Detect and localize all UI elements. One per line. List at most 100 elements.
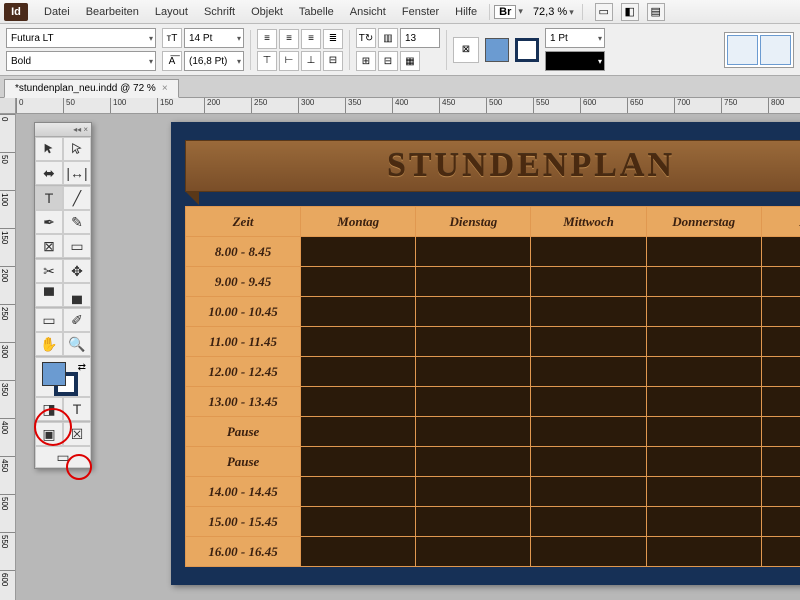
slot-cell[interactable] <box>761 237 800 267</box>
slot-cell[interactable] <box>646 357 761 387</box>
menu-datei[interactable]: Datei <box>36 6 78 18</box>
slot-cell[interactable] <box>761 507 800 537</box>
slot-cell[interactable] <box>646 327 761 357</box>
slot-cell[interactable] <box>301 387 416 417</box>
table-header[interactable]: Donnerstag <box>646 207 761 237</box>
slot-cell[interactable] <box>531 447 646 477</box>
screen-mode-icon[interactable]: ◧ <box>621 3 639 21</box>
slot-cell[interactable] <box>531 267 646 297</box>
slot-cell[interactable] <box>531 387 646 417</box>
time-cell[interactable]: 8.00 - 8.45 <box>186 237 301 267</box>
screen-mode-toggle-icon[interactable]: ▭ <box>35 446 91 468</box>
page-title[interactable]: STUNDENPLAN <box>185 140 800 192</box>
free-transform-tool-icon[interactable]: ✥ <box>63 259 91 283</box>
time-cell[interactable]: 11.00 - 11.45 <box>186 327 301 357</box>
slot-cell[interactable] <box>761 267 800 297</box>
zoom-tool-icon[interactable]: 🔍 <box>63 332 91 356</box>
slot-cell[interactable] <box>416 327 531 357</box>
bridge-badge[interactable]: Br <box>494 5 516 19</box>
slot-cell[interactable] <box>531 237 646 267</box>
time-cell[interactable]: 13.00 - 13.45 <box>186 387 301 417</box>
table-row[interactable]: 13.00 - 13.45 <box>186 387 800 417</box>
slot-cell[interactable] <box>646 507 761 537</box>
slot-cell[interactable] <box>761 357 800 387</box>
align-bottom-icon[interactable]: ⊥ <box>301 51 321 71</box>
slot-cell[interactable] <box>531 357 646 387</box>
selection-tool-icon[interactable] <box>35 137 63 161</box>
align-left-icon[interactable]: ≡ <box>257 29 277 49</box>
font-weight-combo[interactable]: Bold▾ <box>6 51 156 71</box>
time-cell[interactable]: 10.00 - 10.45 <box>186 297 301 327</box>
slot-cell[interactable] <box>301 537 416 567</box>
leading-combo[interactable]: (16,8 Pt)▾ <box>184 51 244 71</box>
slot-cell[interactable] <box>416 267 531 297</box>
document-page[interactable]: STUNDENPLAN ZeitMontagDienstagMittwochDo… <box>171 122 800 585</box>
slot-cell[interactable] <box>301 237 416 267</box>
columns-input[interactable]: 13 <box>400 28 440 48</box>
align-top-icon[interactable]: ⊤ <box>257 51 277 71</box>
table-header[interactable]: Mittwoch <box>531 207 646 237</box>
page-spread-preview[interactable] <box>724 32 794 68</box>
font-size-combo[interactable]: 14 Pt▾ <box>184 28 244 48</box>
gap-tool-icon[interactable]: |↔| <box>63 161 91 185</box>
table-row[interactable]: Pause <box>186 447 800 477</box>
table-row[interactable]: 8.00 - 8.45 <box>186 237 800 267</box>
scissors-tool-icon[interactable]: ✂ <box>35 259 63 283</box>
font-family-combo[interactable]: Futura LT▾ <box>6 28 156 48</box>
fill-color-swatch[interactable] <box>485 38 509 62</box>
table-header[interactable]: Dienstag <box>416 207 531 237</box>
arrange-icon[interactable]: ▤ <box>647 3 665 21</box>
close-tab-icon[interactable]: × <box>162 83 168 94</box>
apply-color-icon[interactable]: ▣ <box>35 422 63 446</box>
slot-cell[interactable] <box>761 327 800 357</box>
timetable[interactable]: ZeitMontagDienstagMittwochDonnerstagFrei… <box>185 206 800 567</box>
slot-cell[interactable] <box>646 237 761 267</box>
eyedropper-tool-icon[interactable]: ✐ <box>63 308 91 332</box>
slot-cell[interactable] <box>761 297 800 327</box>
constrain-icon[interactable]: ⊠ <box>453 37 479 63</box>
slot-cell[interactable] <box>416 537 531 567</box>
note-tool-icon[interactable]: ▭ <box>35 308 63 332</box>
page-tool-icon[interactable]: ⬌ <box>35 161 63 185</box>
swap-fill-stroke-icon[interactable]: ⇄ <box>78 362 86 373</box>
pen-tool-icon[interactable]: ✒ <box>35 210 63 234</box>
align-middle-icon[interactable]: ⊢ <box>279 51 299 71</box>
pencil-tool-icon[interactable]: ✎ <box>63 210 91 234</box>
table-row[interactable]: 9.00 - 9.45 <box>186 267 800 297</box>
slot-cell[interactable] <box>531 477 646 507</box>
slot-cell[interactable] <box>531 537 646 567</box>
table-row[interactable]: 12.00 - 12.45 <box>186 357 800 387</box>
slot-cell[interactable] <box>416 237 531 267</box>
cell-options-icon[interactable]: ▦ <box>400 51 420 71</box>
type-tool-icon[interactable]: T <box>35 186 63 210</box>
merge-cells-icon[interactable]: ⊞ <box>356 51 376 71</box>
slot-cell[interactable] <box>646 417 761 447</box>
gradient-feather-tool-icon[interactable]: ▄ <box>63 283 91 307</box>
justify-icon[interactable]: ≣ <box>323 29 343 49</box>
zoom-level[interactable]: 72,3 %▾ <box>529 6 578 18</box>
slot-cell[interactable] <box>646 447 761 477</box>
table-header[interactable]: Freitag <box>761 207 800 237</box>
slot-cell[interactable] <box>761 477 800 507</box>
slot-cell[interactable] <box>646 387 761 417</box>
slot-cell[interactable] <box>301 267 416 297</box>
slot-cell[interactable] <box>761 417 800 447</box>
document-tab[interactable]: *stundenplan_neu.indd @ 72 %× <box>4 79 179 98</box>
align-center-icon[interactable]: ≡ <box>279 29 299 49</box>
fill-swatch-icon[interactable] <box>42 362 66 386</box>
stroke-style-combo[interactable]: ▾ <box>545 51 605 71</box>
ruler-origin[interactable] <box>0 98 16 114</box>
menu-schrift[interactable]: Schrift <box>196 6 243 18</box>
time-cell[interactable]: 16.00 - 16.45 <box>186 537 301 567</box>
slot-cell[interactable] <box>416 417 531 447</box>
slot-cell[interactable] <box>301 447 416 477</box>
slot-cell[interactable] <box>301 357 416 387</box>
slot-cell[interactable] <box>301 507 416 537</box>
slot-cell[interactable] <box>646 537 761 567</box>
time-cell[interactable]: 15.00 - 15.45 <box>186 507 301 537</box>
time-cell[interactable]: 9.00 - 9.45 <box>186 267 301 297</box>
slot-cell[interactable] <box>531 297 646 327</box>
align-right-icon[interactable]: ≡ <box>301 29 321 49</box>
rotate-text-icon[interactable]: T↻ <box>356 28 376 48</box>
view-mode-icon[interactable]: ▭ <box>595 3 613 21</box>
